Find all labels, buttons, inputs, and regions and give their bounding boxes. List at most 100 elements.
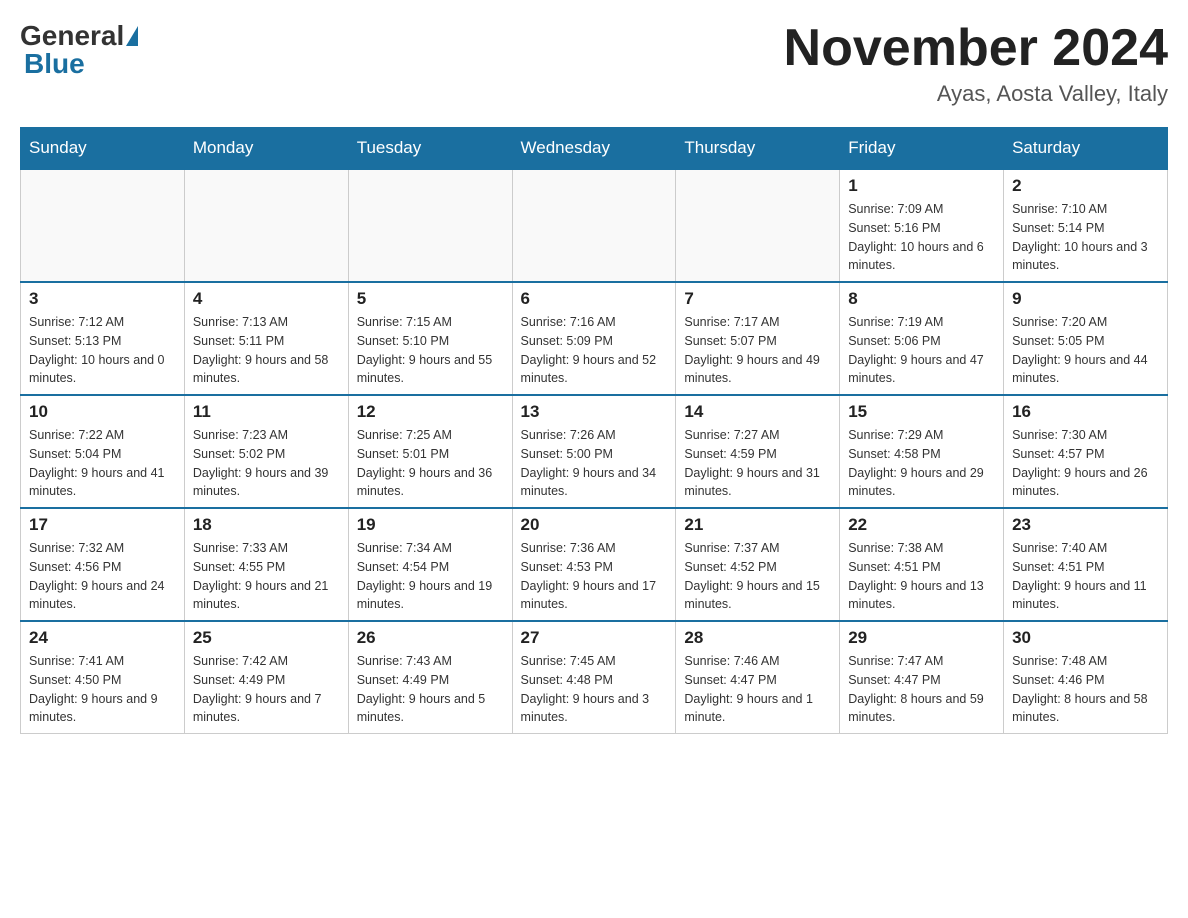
day-info: Sunrise: 7:09 AMSunset: 5:16 PMDaylight:… bbox=[848, 200, 995, 275]
calendar-cell: 5Sunrise: 7:15 AMSunset: 5:10 PMDaylight… bbox=[348, 282, 512, 395]
calendar-cell: 4Sunrise: 7:13 AMSunset: 5:11 PMDaylight… bbox=[184, 282, 348, 395]
day-number: 26 bbox=[357, 628, 504, 648]
day-info: Sunrise: 7:32 AMSunset: 4:56 PMDaylight:… bbox=[29, 539, 176, 614]
calendar-cell: 30Sunrise: 7:48 AMSunset: 4:46 PMDayligh… bbox=[1004, 621, 1168, 734]
day-number: 25 bbox=[193, 628, 340, 648]
calendar-week-row: 1 Sunrise: 7:09 AMSunset: 5:16 PMDaylight… bbox=[21, 169, 1168, 282]
day-number: 23 bbox=[1012, 515, 1159, 535]
calendar-cell: 3 Sunrise: 7:12 AMSunset: 5:13 PMDaylight… bbox=[21, 282, 185, 395]
day-number: 29 bbox=[848, 628, 995, 648]
calendar-week-row: 10 Sunrise: 7:22 AMSunset: 5:04 PMDayligh… bbox=[21, 395, 1168, 508]
day-info: Sunrise: 7:30 AMSunset: 4:57 PMDaylight:… bbox=[1012, 426, 1159, 501]
calendar-cell bbox=[676, 169, 840, 282]
day-number: 1 bbox=[848, 176, 995, 196]
calendar-header-row: Sunday Monday Tuesday Wednesday Thursday… bbox=[21, 128, 1168, 170]
calendar-cell: 16 Sunrise: 7:30 AMSunset: 4:57 PMDayligh… bbox=[1004, 395, 1168, 508]
day-info: Sunrise: 7:48 AMSunset: 4:46 PMDaylight:… bbox=[1012, 652, 1159, 727]
calendar-cell: 26Sunrise: 7:43 AMSunset: 4:49 PMDayligh… bbox=[348, 621, 512, 734]
header-thursday: Thursday bbox=[676, 128, 840, 170]
day-info: Sunrise: 7:36 AMSunset: 4:53 PMDaylight:… bbox=[521, 539, 668, 614]
day-number: 21 bbox=[684, 515, 831, 535]
day-info: Sunrise: 7:15 AMSunset: 5:10 PMDaylight:… bbox=[357, 313, 504, 388]
day-number: 7 bbox=[684, 289, 831, 309]
day-info: Sunrise: 7:26 AMSunset: 5:00 PMDaylight:… bbox=[521, 426, 668, 501]
calendar-cell: 23 Sunrise: 7:40 AMSunset: 4:51 PMDayligh… bbox=[1004, 508, 1168, 621]
day-info: Sunrise: 7:10 AMSunset: 5:14 PMDaylight:… bbox=[1012, 200, 1159, 275]
calendar-cell: 11 Sunrise: 7:23 AMSunset: 5:02 PMDayligh… bbox=[184, 395, 348, 508]
day-number: 6 bbox=[521, 289, 668, 309]
header-sunday: Sunday bbox=[21, 128, 185, 170]
day-number: 9 bbox=[1012, 289, 1159, 309]
calendar-cell: 21Sunrise: 7:37 AMSunset: 4:52 PMDayligh… bbox=[676, 508, 840, 621]
day-info: Sunrise: 7:34 AMSunset: 4:54 PMDaylight:… bbox=[357, 539, 504, 614]
calendar-cell: 20 Sunrise: 7:36 AMSunset: 4:53 PMDayligh… bbox=[512, 508, 676, 621]
day-number: 3 bbox=[29, 289, 176, 309]
calendar-week-row: 24Sunrise: 7:41 AMSunset: 4:50 PMDayligh… bbox=[21, 621, 1168, 734]
calendar-cell: 27 Sunrise: 7:45 AMSunset: 4:48 PMDayligh… bbox=[512, 621, 676, 734]
header-wednesday: Wednesday bbox=[512, 128, 676, 170]
day-info: Sunrise: 7:25 AMSunset: 5:01 PMDaylight:… bbox=[357, 426, 504, 501]
calendar-cell: 8 Sunrise: 7:19 AMSunset: 5:06 PMDaylight… bbox=[840, 282, 1004, 395]
day-info: Sunrise: 7:40 AMSunset: 4:51 PMDaylight:… bbox=[1012, 539, 1159, 614]
calendar-cell: 12 Sunrise: 7:25 AMSunset: 5:01 PMDayligh… bbox=[348, 395, 512, 508]
day-info: Sunrise: 7:38 AMSunset: 4:51 PMDaylight:… bbox=[848, 539, 995, 614]
day-number: 18 bbox=[193, 515, 340, 535]
calendar-cell: 28 Sunrise: 7:46 AMSunset: 4:47 PMDayligh… bbox=[676, 621, 840, 734]
day-number: 4 bbox=[193, 289, 340, 309]
calendar-title: November 2024 bbox=[784, 20, 1168, 77]
header-tuesday: Tuesday bbox=[348, 128, 512, 170]
day-number: 2 bbox=[1012, 176, 1159, 196]
title-block: November 2024 Ayas, Aosta Valley, Italy bbox=[784, 20, 1168, 107]
day-info: Sunrise: 7:20 AMSunset: 5:05 PMDaylight:… bbox=[1012, 313, 1159, 388]
day-info: Sunrise: 7:12 AMSunset: 5:13 PMDaylight:… bbox=[29, 313, 176, 388]
day-info: Sunrise: 7:45 AMSunset: 4:48 PMDaylight:… bbox=[521, 652, 668, 727]
day-number: 12 bbox=[357, 402, 504, 422]
day-number: 28 bbox=[684, 628, 831, 648]
logo: General Blue bbox=[20, 20, 140, 80]
calendar-cell bbox=[21, 169, 185, 282]
day-info: Sunrise: 7:33 AMSunset: 4:55 PMDaylight:… bbox=[193, 539, 340, 614]
calendar-cell: 2 Sunrise: 7:10 AMSunset: 5:14 PMDaylight… bbox=[1004, 169, 1168, 282]
day-info: Sunrise: 7:29 AMSunset: 4:58 PMDaylight:… bbox=[848, 426, 995, 501]
day-info: Sunrise: 7:27 AMSunset: 4:59 PMDaylight:… bbox=[684, 426, 831, 501]
day-number: 16 bbox=[1012, 402, 1159, 422]
calendar-cell bbox=[348, 169, 512, 282]
day-number: 15 bbox=[848, 402, 995, 422]
day-number: 27 bbox=[521, 628, 668, 648]
calendar-cell: 7 Sunrise: 7:17 AMSunset: 5:07 PMDaylight… bbox=[676, 282, 840, 395]
day-number: 8 bbox=[848, 289, 995, 309]
day-number: 14 bbox=[684, 402, 831, 422]
day-number: 24 bbox=[29, 628, 176, 648]
day-number: 17 bbox=[29, 515, 176, 535]
logo-triangle-icon bbox=[126, 26, 138, 46]
day-info: Sunrise: 7:17 AMSunset: 5:07 PMDaylight:… bbox=[684, 313, 831, 388]
day-info: Sunrise: 7:46 AMSunset: 4:47 PMDaylight:… bbox=[684, 652, 831, 727]
day-number: 20 bbox=[521, 515, 668, 535]
calendar-week-row: 3 Sunrise: 7:12 AMSunset: 5:13 PMDaylight… bbox=[21, 282, 1168, 395]
day-number: 10 bbox=[29, 402, 176, 422]
day-number: 13 bbox=[521, 402, 668, 422]
header: General Blue November 2024 Ayas, Aosta V… bbox=[20, 20, 1168, 107]
day-info: Sunrise: 7:42 AMSunset: 4:49 PMDaylight:… bbox=[193, 652, 340, 727]
calendar-cell: 18 Sunrise: 7:33 AMSunset: 4:55 PMDayligh… bbox=[184, 508, 348, 621]
day-number: 11 bbox=[193, 402, 340, 422]
calendar-cell bbox=[184, 169, 348, 282]
calendar-cell: 19Sunrise: 7:34 AMSunset: 4:54 PMDayligh… bbox=[348, 508, 512, 621]
day-info: Sunrise: 7:23 AMSunset: 5:02 PMDaylight:… bbox=[193, 426, 340, 501]
calendar-table: Sunday Monday Tuesday Wednesday Thursday… bbox=[20, 127, 1168, 734]
calendar-cell: 1 Sunrise: 7:09 AMSunset: 5:16 PMDaylight… bbox=[840, 169, 1004, 282]
calendar-cell: 22Sunrise: 7:38 AMSunset: 4:51 PMDayligh… bbox=[840, 508, 1004, 621]
calendar-subtitle: Ayas, Aosta Valley, Italy bbox=[784, 81, 1168, 107]
calendar-cell: 15 Sunrise: 7:29 AMSunset: 4:58 PMDayligh… bbox=[840, 395, 1004, 508]
calendar-cell: 17 Sunrise: 7:32 AMSunset: 4:56 PMDayligh… bbox=[21, 508, 185, 621]
header-saturday: Saturday bbox=[1004, 128, 1168, 170]
calendar-cell: 6Sunrise: 7:16 AMSunset: 5:09 PMDaylight… bbox=[512, 282, 676, 395]
day-info: Sunrise: 7:22 AMSunset: 5:04 PMDaylight:… bbox=[29, 426, 176, 501]
calendar-week-row: 17 Sunrise: 7:32 AMSunset: 4:56 PMDayligh… bbox=[21, 508, 1168, 621]
calendar-cell: 10 Sunrise: 7:22 AMSunset: 5:04 PMDayligh… bbox=[21, 395, 185, 508]
header-monday: Monday bbox=[184, 128, 348, 170]
day-info: Sunrise: 7:47 AMSunset: 4:47 PMDaylight:… bbox=[848, 652, 995, 727]
calendar-cell: 9 Sunrise: 7:20 AMSunset: 5:05 PMDaylight… bbox=[1004, 282, 1168, 395]
calendar-cell: 13 Sunrise: 7:26 AMSunset: 5:00 PMDayligh… bbox=[512, 395, 676, 508]
day-info: Sunrise: 7:19 AMSunset: 5:06 PMDaylight:… bbox=[848, 313, 995, 388]
